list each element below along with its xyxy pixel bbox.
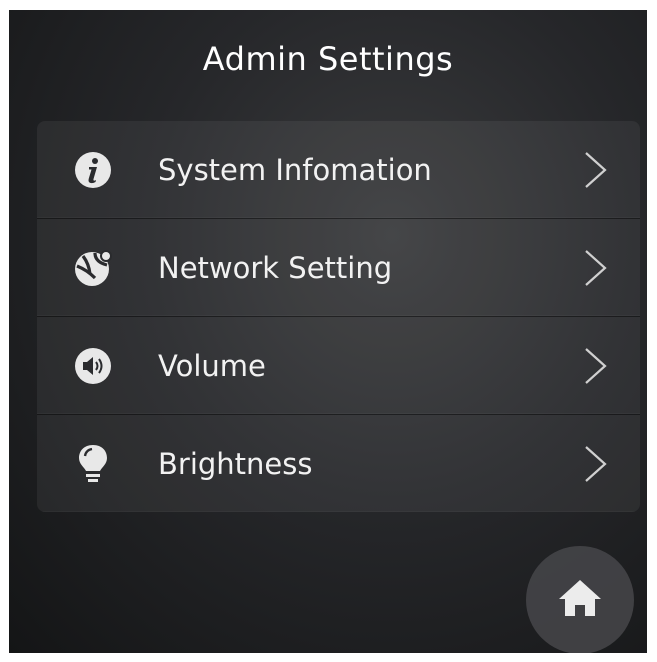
chevron-right-icon bbox=[580, 444, 610, 484]
page-title: Admin Settings bbox=[202, 40, 454, 78]
home-button[interactable] bbox=[526, 546, 634, 653]
menu-item-system-information[interactable]: System Infomation bbox=[37, 121, 640, 219]
info-icon bbox=[73, 150, 113, 190]
menu-item-label: System Infomation bbox=[158, 152, 432, 187]
settings-menu: System Infomation Network Setting Volume… bbox=[37, 121, 640, 512]
menu-item-label: Brightness bbox=[158, 446, 313, 481]
menu-item-label: Network Setting bbox=[158, 250, 393, 285]
menu-item-label: Volume bbox=[158, 348, 266, 383]
menu-item-network-setting[interactable]: Network Setting bbox=[37, 219, 640, 317]
lightbulb-icon bbox=[73, 444, 113, 484]
chevron-right-icon bbox=[580, 346, 610, 386]
speaker-icon bbox=[73, 346, 113, 386]
chevron-right-icon bbox=[580, 150, 610, 190]
menu-item-brightness[interactable]: Brightness bbox=[37, 415, 640, 512]
home-icon bbox=[557, 578, 603, 622]
admin-settings-screen: Admin Settings System Infomation Network… bbox=[9, 10, 647, 653]
network-globe-icon bbox=[73, 248, 113, 288]
menu-item-volume[interactable]: Volume bbox=[37, 317, 640, 415]
chevron-right-icon bbox=[580, 248, 610, 288]
